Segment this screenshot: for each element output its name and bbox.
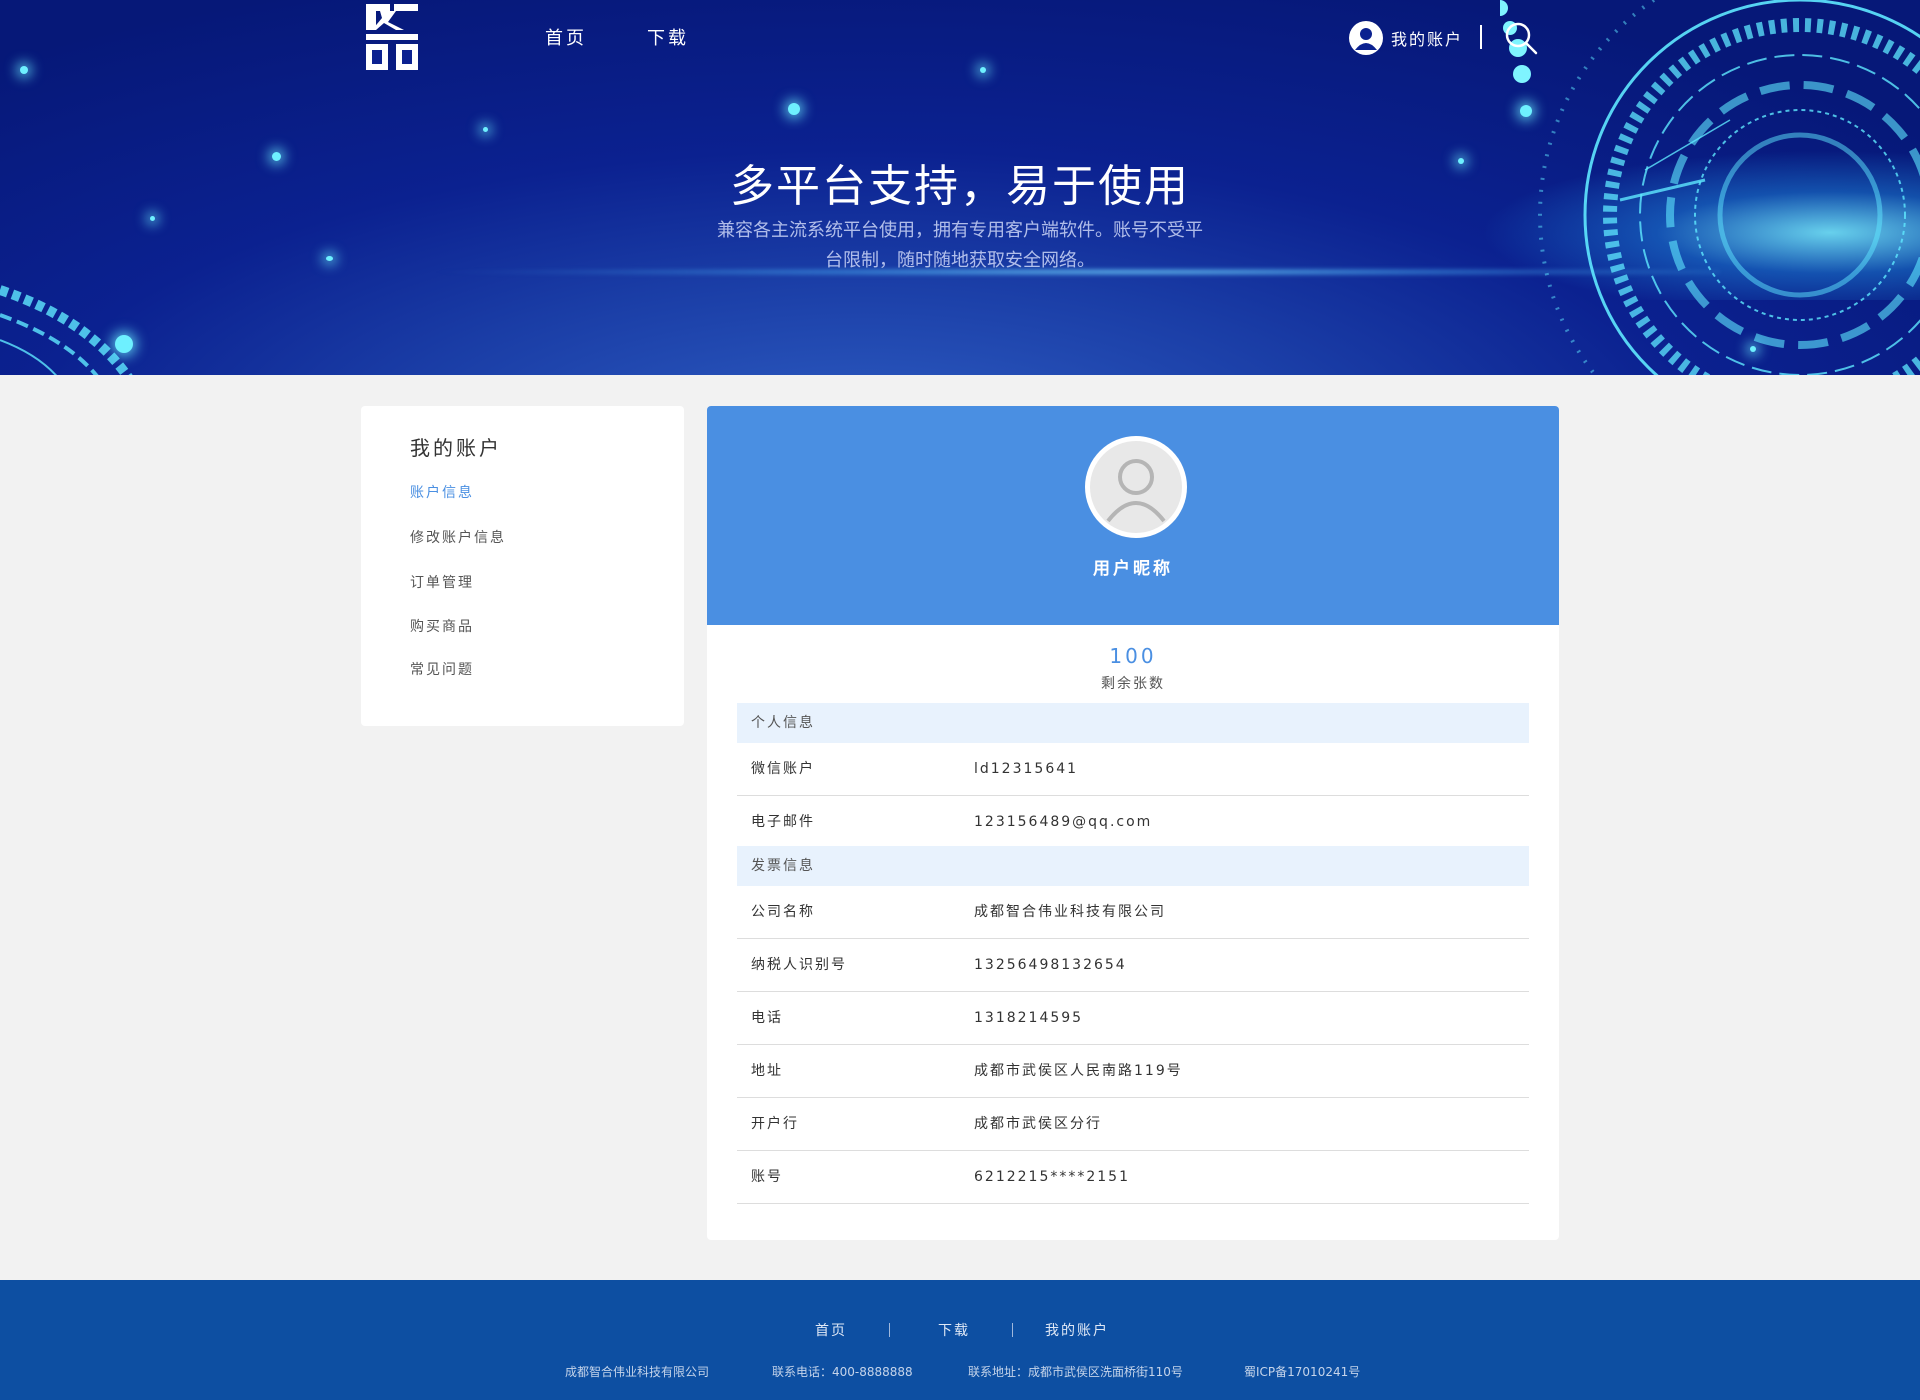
user-nickname: 用户昵称 xyxy=(1093,559,1173,579)
sidebar-title: 我的账户 xyxy=(410,436,502,460)
footer-link-account[interactable]: 我的账户 xyxy=(1045,1320,1109,1340)
row-value: 成都智合伟业科技有限公司 xyxy=(974,904,1166,920)
table-row: 账号 6212215****2151 xyxy=(737,1151,1529,1204)
row-value: 13256498132654 xyxy=(974,957,1127,973)
row-value: 6212215****2151 xyxy=(974,1169,1130,1185)
decor-dot xyxy=(20,66,28,74)
sidebar-item-faq[interactable]: 常见问题 xyxy=(410,659,474,679)
row-label: 开户行 xyxy=(751,1116,799,1132)
remaining-count-value: 100 xyxy=(1109,644,1157,668)
table-row: 地址 成都市武侯区人民南路119号 xyxy=(737,1045,1529,1098)
default-avatar-icon xyxy=(1090,441,1182,533)
row-value: 123156489@qq.com xyxy=(974,814,1153,830)
hero-subtitle: 兼容各主流系统平台使用，拥有专用客户端软件。账号不受平 台限制，随时随地获取安全… xyxy=(700,216,1220,276)
hero-subtitle-line: 兼容各主流系统平台使用，拥有专用客户端软件。账号不受平 xyxy=(717,220,1203,241)
avatar[interactable] xyxy=(1085,436,1187,538)
footer-divider xyxy=(889,1323,890,1337)
hero-title: 多平台支持，易于使用 xyxy=(730,161,1190,212)
section-invoice-info: 发票信息 xyxy=(737,846,1529,886)
decor-dot xyxy=(788,103,800,115)
my-account-label: 我的账户 xyxy=(1391,30,1464,49)
footer-nav: 首页 下载 我的账户 xyxy=(0,1320,1920,1340)
table-row: 纳税人识别号 13256498132654 xyxy=(737,939,1529,992)
table-row: 公司名称 成都智合伟业科技有限公司 xyxy=(737,886,1529,939)
hero-subtitle-line: 台限制，随时随地获取安全网络。 xyxy=(825,250,1095,271)
footer-link-download[interactable]: 下载 xyxy=(938,1320,970,1340)
row-label: 电子邮件 xyxy=(751,814,815,830)
remaining-count-label: 剩余张数 xyxy=(1101,676,1165,692)
header-divider xyxy=(1480,25,1482,49)
footer-icp: 蜀ICP备17010241号 xyxy=(1244,1365,1361,1379)
hud-arc-decoration xyxy=(0,285,133,375)
decor-dot xyxy=(326,256,333,261)
table-row: 电子邮件 123156489@qq.com xyxy=(737,796,1529,849)
sidebar-item-buy[interactable]: 购买商品 xyxy=(410,616,474,636)
footer-address: 联系地址：成都市武侯区洗面桥街110号 xyxy=(968,1365,1183,1379)
user-icon xyxy=(1349,21,1383,55)
row-label: 地址 xyxy=(751,1063,783,1079)
nav-home[interactable]: 首页 xyxy=(545,24,587,50)
footer-company: 成都智合伟业科技有限公司 xyxy=(565,1365,710,1379)
site-footer: 首页 下载 我的账户 成都智合伟业科技有限公司 联系电话：400-8888888… xyxy=(0,1280,1920,1400)
search-icon[interactable] xyxy=(1503,20,1539,56)
row-label: 公司名称 xyxy=(751,904,815,920)
sidebar-item-edit-account[interactable]: 修改账户信息 xyxy=(410,527,506,547)
row-value: 1318214595 xyxy=(974,1010,1084,1026)
top-nav: 首页 下载 xyxy=(545,24,689,50)
nav-download[interactable]: 下载 xyxy=(647,24,689,50)
row-value: ld12315641 xyxy=(974,761,1079,777)
account-sidebar: 我的账户 账户信息 修改账户信息 订单管理 购买商品 常见问题 xyxy=(361,406,684,726)
decor-dot xyxy=(483,127,488,132)
footer-divider xyxy=(1012,1323,1013,1337)
table-row: 开户行 成都市武侯区分行 xyxy=(737,1098,1529,1151)
profile-header: 用户昵称 xyxy=(707,406,1559,625)
row-label: 账号 xyxy=(751,1169,783,1185)
hero-banner: 首页 下载 我的账户 多平台支持，易于使用 兼容各主流系统平台使用，拥有专用客户… xyxy=(0,0,1920,375)
brand-logo[interactable] xyxy=(366,4,418,70)
decor-dot xyxy=(980,67,986,73)
sidebar-item-account-info[interactable]: 账户信息 xyxy=(410,482,474,502)
row-value: 成都市武侯区分行 xyxy=(974,1116,1102,1132)
account-info-card: 用户昵称 100 剩余张数 个人信息 微信账户 ld12315641 电子邮件 … xyxy=(707,406,1559,1240)
footer-phone: 联系电话：400-8888888 xyxy=(772,1365,913,1379)
row-label: 纳税人识别号 xyxy=(751,957,847,973)
footer-link-home[interactable]: 首页 xyxy=(815,1320,847,1340)
row-label: 电话 xyxy=(751,1010,783,1026)
sidebar-item-orders[interactable]: 订单管理 xyxy=(410,572,474,592)
row-label: 微信账户 xyxy=(751,761,815,777)
table-row: 电话 1318214595 xyxy=(737,992,1529,1045)
decor-dot xyxy=(150,216,155,221)
table-row: 微信账户 ld12315641 xyxy=(737,743,1529,796)
my-account-button[interactable]: 我的账户 xyxy=(1349,20,1463,56)
section-personal-info: 个人信息 xyxy=(737,703,1529,743)
row-value: 成都市武侯区人民南路119号 xyxy=(974,1063,1183,1079)
